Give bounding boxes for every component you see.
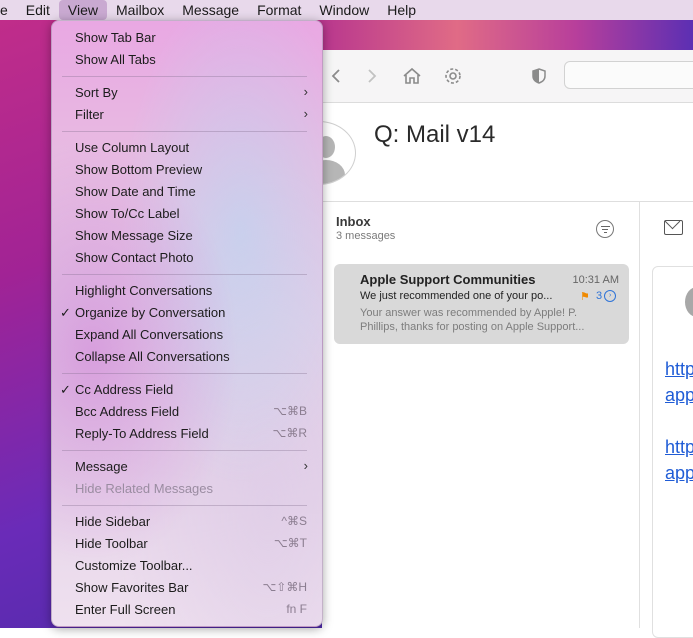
menu-item-show-contact-photo[interactable]: Show Contact Photo bbox=[52, 247, 322, 269]
message-card: https apple https apple bbox=[652, 266, 693, 638]
menu-item-show-to-cc-label[interactable]: Show To/Cc Label bbox=[52, 203, 322, 225]
filter-icon[interactable] bbox=[596, 220, 614, 238]
menu-item-hide-toolbar[interactable]: Hide Toolbar ⌥⌘T bbox=[52, 533, 322, 555]
submenu-chevron-icon: › bbox=[303, 106, 308, 121]
search-field[interactable] bbox=[564, 61, 693, 89]
message-sender: Apple Support Communities bbox=[360, 272, 536, 287]
link-3[interactable]: https bbox=[665, 437, 693, 458]
menu-item-show-all-tabs[interactable]: Show All Tabs bbox=[52, 49, 322, 71]
card-avatar bbox=[685, 287, 693, 317]
checkmark-icon: ✓ bbox=[60, 382, 71, 397]
checkmark-icon: ✓ bbox=[60, 305, 71, 320]
flag-icon: ⚑ bbox=[580, 291, 590, 303]
menu-item-use-column-layout[interactable]: Use Column Layout bbox=[52, 137, 322, 159]
menu-item-organize-by-conversation[interactable]: ✓ Organize by Conversation bbox=[52, 302, 322, 324]
message-subject: We just recommended one of your po... bbox=[360, 290, 553, 302]
menu-window[interactable]: Window bbox=[310, 0, 378, 20]
shortcut-label: fn F bbox=[286, 602, 307, 616]
menu-separator bbox=[62, 131, 307, 132]
chevron-left-icon[interactable] bbox=[328, 64, 344, 88]
menu-edit[interactable]: Edit bbox=[17, 0, 59, 20]
gear-icon[interactable] bbox=[443, 64, 463, 88]
chevron-right-circle-icon: › bbox=[604, 290, 617, 302]
envelope-icon[interactable] bbox=[664, 220, 683, 235]
thread-count: 3 bbox=[596, 290, 603, 302]
menu-separator bbox=[62, 274, 307, 275]
reading-pane: https apple https apple bbox=[640, 202, 693, 638]
menu-item-filter[interactable]: Filter › bbox=[52, 104, 322, 126]
shortcut-label: ^⌘S bbox=[281, 514, 307, 528]
menu-bar: e Edit View Mailbox Message Format Windo… bbox=[0, 0, 693, 20]
menu-separator bbox=[62, 373, 307, 374]
menu-format[interactable]: Format bbox=[248, 0, 310, 20]
menu-item-enter-full-screen[interactable]: Enter Full Screen fn F bbox=[52, 599, 322, 621]
message-header: Q: Mail v14 bbox=[282, 103, 693, 202]
thread-count-badge[interactable]: 3 › bbox=[596, 290, 617, 302]
home-icon[interactable] bbox=[402, 64, 422, 88]
menu-item-hide-related-messages: Hide Related Messages bbox=[75, 481, 214, 496]
shortcut-label: ⌥⇧⌘H bbox=[262, 580, 307, 594]
menu-item-show-favorites-bar[interactable]: Show Favorites Bar ⌥⇧⌘H bbox=[52, 577, 322, 599]
menu-item-highlight-conversations[interactable]: Highlight Conversations bbox=[52, 280, 322, 302]
link-4[interactable]: apple bbox=[665, 463, 693, 484]
shortcut-label: ⌥⌘R bbox=[272, 426, 308, 440]
message-title: Q: Mail v14 bbox=[374, 121, 496, 148]
menu-item-show-date-and-time[interactable]: Show Date and Time bbox=[52, 181, 322, 203]
message-list: Inbox 3 messages Apple Support Communiti… bbox=[322, 202, 640, 628]
menu-help[interactable]: Help bbox=[378, 0, 425, 20]
menu-mailbox[interactable]: Mailbox bbox=[107, 0, 173, 20]
menu-message[interactable]: Message bbox=[173, 0, 248, 20]
menu-item-show-tab-bar[interactable]: Show Tab Bar bbox=[52, 27, 322, 49]
menu-item-bcc-address-field[interactable]: Bcc Address Field ⌥⌘B bbox=[52, 401, 322, 423]
submenu-chevron-icon: › bbox=[303, 84, 308, 99]
toolbar bbox=[322, 50, 693, 103]
menu-item-reply-to-address-field[interactable]: Reply-To Address Field ⌥⌘R bbox=[52, 423, 322, 445]
link-1[interactable]: https bbox=[665, 359, 693, 380]
menu-separator bbox=[62, 450, 307, 451]
view-menu: Show Tab Bar Show All Tabs Sort By › Filt… bbox=[51, 20, 323, 627]
window-titlebar-background bbox=[300, 20, 693, 50]
menu-item-message[interactable]: Message › bbox=[52, 456, 322, 478]
menu-item-sort-by[interactable]: Sort By › bbox=[52, 82, 322, 104]
shield-icon[interactable] bbox=[530, 64, 548, 88]
menu-item-cc-address-field[interactable]: ✓ Cc Address Field bbox=[52, 379, 322, 401]
message-time: 10:31 AM bbox=[572, 274, 619, 286]
mail-window: Q: Mail v14 Inbox 3 messages Apple Suppo… bbox=[282, 50, 693, 638]
shortcut-label: ⌥⌘B bbox=[273, 404, 307, 418]
menu-item-collapse-all-conversations[interactable]: Collapse All Conversations bbox=[52, 346, 322, 368]
menu-file[interactable]: e bbox=[0, 0, 17, 20]
mailbox-title: Inbox bbox=[336, 214, 371, 229]
submenu-chevron-icon: › bbox=[303, 458, 308, 473]
menu-item-expand-all-conversations[interactable]: Expand All Conversations bbox=[52, 324, 322, 346]
chevron-right-icon[interactable] bbox=[364, 64, 380, 88]
menu-item-show-message-size[interactable]: Show Message Size bbox=[52, 225, 322, 247]
menu-separator bbox=[62, 76, 307, 77]
message-row[interactable]: Apple Support Communities 10:31 AM We ju… bbox=[334, 264, 629, 344]
menu-item-hide-sidebar[interactable]: Hide Sidebar ^⌘S bbox=[52, 511, 322, 533]
link-2[interactable]: apple bbox=[665, 385, 693, 406]
menu-item-show-bottom-preview[interactable]: Show Bottom Preview bbox=[52, 159, 322, 181]
menu-separator bbox=[62, 505, 307, 506]
message-preview: Your answer was recommended by Apple! P.… bbox=[360, 307, 585, 333]
menu-item-customize-toolbar[interactable]: Customize Toolbar... bbox=[52, 555, 322, 577]
mailbox-count: 3 messages bbox=[336, 230, 396, 242]
menu-view[interactable]: View bbox=[58, 0, 108, 20]
shortcut-label: ⌥⌘T bbox=[273, 536, 307, 550]
